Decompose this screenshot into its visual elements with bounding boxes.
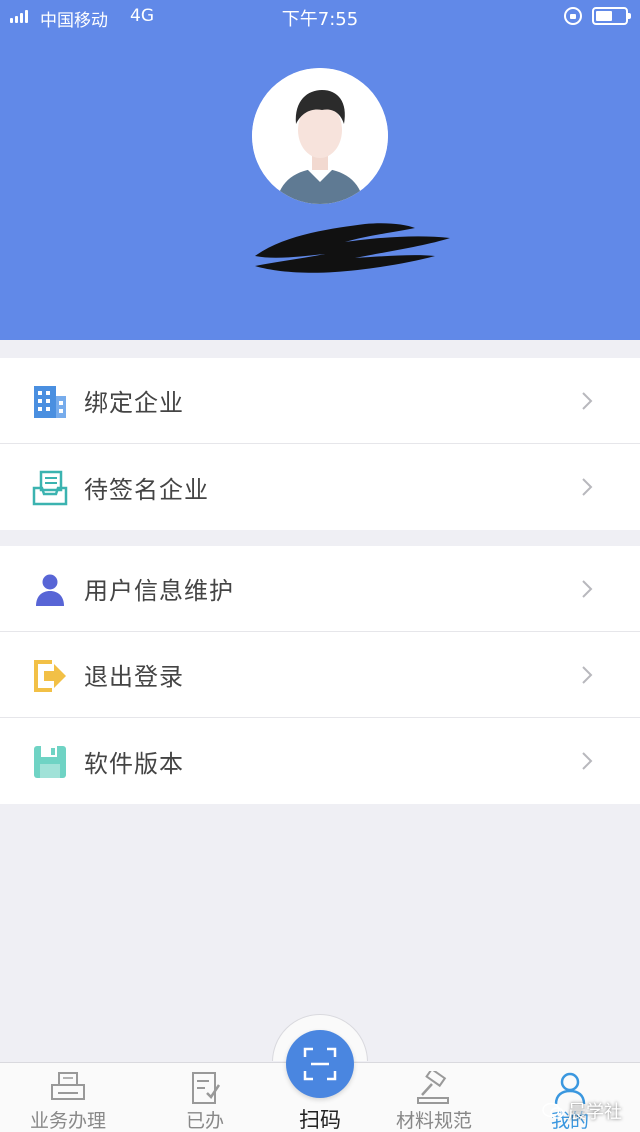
- rotation-lock-icon: [564, 7, 582, 25]
- document-tray-icon: [32, 470, 68, 506]
- menu-item-user-info[interactable]: 用户信息维护: [0, 546, 640, 632]
- wechat-icon: [542, 1102, 564, 1119]
- watermark: 晨学社: [542, 1098, 622, 1124]
- building-icon: [34, 386, 66, 418]
- scan-label: 扫码: [299, 1108, 341, 1132]
- tab-material-standards[interactable]: 材料规范: [384, 1063, 484, 1132]
- floppy-disk-icon: [34, 746, 66, 778]
- battery-icon: [592, 7, 631, 25]
- menu-label: 用户信息维护: [84, 577, 234, 605]
- printer-icon: [51, 1072, 85, 1100]
- chevron-right-icon: [582, 478, 593, 496]
- tab-done[interactable]: 已办: [160, 1063, 250, 1132]
- user-avatar-icon[interactable]: [252, 68, 388, 204]
- profile-header: [0, 0, 640, 340]
- tab-label: 业务办理: [29, 1110, 106, 1132]
- menu-label: 软件版本: [84, 749, 184, 778]
- menu-item-software-version[interactable]: 软件版本: [0, 718, 640, 804]
- menu-item-bind-enterprise[interactable]: 绑定企业: [0, 358, 640, 444]
- checklist-icon: [192, 1072, 221, 1104]
- status-bar: 中国移动 4G 下午7:55: [0, 0, 640, 34]
- watermark-text: 晨学社: [568, 1102, 622, 1123]
- menu-label: 绑定企业: [84, 389, 184, 417]
- chevron-right-icon: [582, 392, 593, 410]
- logout-icon: [34, 660, 66, 692]
- tab-label: 已办: [185, 1110, 224, 1132]
- chevron-right-icon: [582, 580, 593, 598]
- gavel-icon: [417, 1071, 449, 1104]
- tab-label: 材料规范: [395, 1110, 472, 1132]
- chevron-right-icon: [582, 752, 593, 770]
- status-time: 下午7:55: [281, 9, 359, 30]
- menu-item-logout[interactable]: 退出登录: [0, 632, 640, 718]
- menu-group-account: 用户信息维护 退出登录 软件版本: [0, 546, 640, 804]
- scan-button[interactable]: [286, 1030, 354, 1098]
- tab-business[interactable]: 业务办理: [18, 1063, 118, 1132]
- menu-label: 退出登录: [84, 663, 184, 691]
- menu-label: 待签名企业: [84, 475, 209, 504]
- menu-group-enterprise: 绑定企业 待签名企业: [0, 358, 640, 530]
- menu-item-pending-signature[interactable]: 待签名企业: [0, 444, 640, 530]
- username-redacted: [245, 214, 460, 284]
- chevron-right-icon: [582, 666, 593, 684]
- person-icon: [36, 574, 64, 606]
- scan-icon: [303, 1047, 337, 1081]
